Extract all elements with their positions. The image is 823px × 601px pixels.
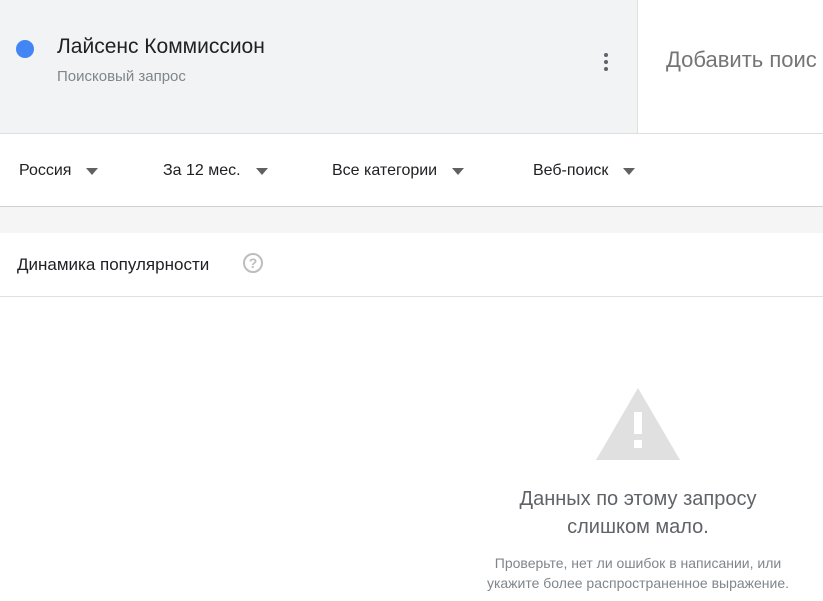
add-term-input[interactable]: Добавить поис (666, 47, 817, 73)
region-filter[interactable]: Россия (19, 160, 99, 182)
widget-header: Динамика популярности ? (0, 233, 823, 297)
search-type-filter-label: Веб-поиск (533, 162, 609, 179)
no-data-message-line: Данных по этому запросу (519, 488, 757, 510)
term-type-label: Поисковый запрос (57, 68, 186, 85)
no-data-hint-line: укажите более распространенное выражение… (486, 575, 790, 591)
no-data-message-line: слишком мало. (567, 516, 709, 538)
term-color-dot (16, 40, 34, 58)
no-data-message: Данных по этому запросу слишком мало. (438, 485, 823, 541)
dropdown-caret-icon (255, 167, 268, 175)
help-icon[interactable]: ? (243, 253, 263, 273)
category-filter-label: Все категории (332, 162, 438, 179)
comparison-header: Лайсенс Коммиссион Поисковый запрос Доба… (0, 0, 823, 134)
search-term-card[interactable]: Лайсенс Коммиссион Поисковый запрос (0, 0, 638, 133)
category-filter[interactable]: Все категории (332, 160, 465, 182)
trends-page: Лайсенс Коммиссион Поисковый запрос Доба… (0, 0, 823, 601)
term-title: Лайсенс Коммиссион (57, 35, 265, 58)
warning-icon (596, 388, 680, 460)
filter-bar: Россия За 12 мес. Все категории Веб-поис… (0, 134, 823, 207)
dropdown-caret-icon (86, 167, 99, 175)
widget-title: Динамика популярности (17, 255, 210, 274)
no-data-hint-line: Проверьте, нет ли ошибок в написании, ил… (494, 555, 782, 571)
dropdown-caret-icon (623, 167, 636, 175)
region-filter-label: Россия (19, 162, 72, 179)
dropdown-caret-icon (452, 167, 465, 175)
section-divider (0, 207, 823, 233)
no-data-hint: Проверьте, нет ли ошибок в написании, ил… (438, 553, 823, 593)
search-type-filter[interactable]: Веб-поиск (533, 160, 636, 182)
time-range-filter[interactable]: За 12 мес. (163, 160, 268, 182)
interest-over-time-widget: Динамика популярности ? Данных по этому … (0, 233, 823, 601)
time-range-filter-label: За 12 мес. (163, 162, 241, 179)
more-options-icon[interactable] (594, 46, 618, 78)
